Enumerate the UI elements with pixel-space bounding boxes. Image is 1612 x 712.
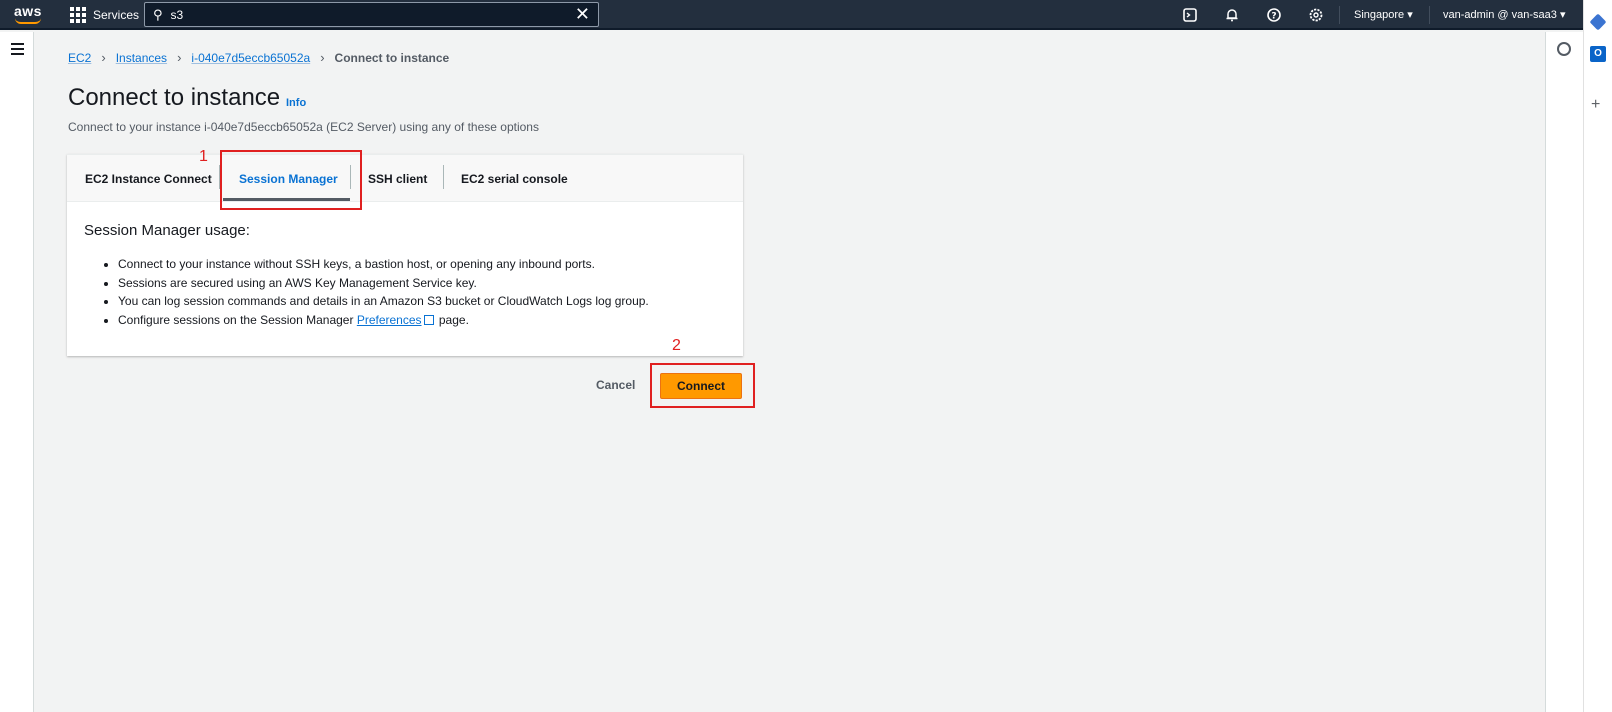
- bullet-suffix: page.: [438, 313, 469, 328]
- session-manager-bullets: Connect to your instance without SSH key…: [118, 255, 649, 330]
- chevron-right-icon: ›: [320, 50, 325, 65]
- session-manager-heading: Session Manager usage:: [84, 222, 250, 239]
- notifications-icon[interactable]: [1224, 7, 1240, 23]
- breadcrumb-current: Connect to instance: [334, 50, 450, 65]
- clear-search-icon[interactable]: ✕: [575, 4, 590, 25]
- nav-divider: [1429, 6, 1430, 24]
- list-item: Connect to your instance without SSH key…: [118, 255, 649, 274]
- aws-logo[interactable]: aws: [14, 3, 42, 24]
- tools-panel: [1545, 32, 1583, 712]
- annotation-box-connect: [650, 363, 755, 408]
- breadcrumb: EC2 › Instances › i-040e7d5eccb65052a › …: [68, 50, 449, 65]
- settings-icon[interactable]: [1308, 7, 1324, 23]
- list-item: Configure sessions on the Session Manage…: [118, 311, 649, 330]
- external-link-icon: [423, 315, 434, 326]
- connect-options-card: EC2 Instance Connect Session Manager SSH…: [67, 154, 743, 356]
- tab-ssh-client[interactable]: SSH client: [368, 172, 427, 186]
- help-icon[interactable]: ?: [1266, 7, 1282, 23]
- list-item: Sessions are secured using an AWS Key Ma…: [118, 274, 649, 293]
- tab-bar: EC2 Instance Connect Session Manager SSH…: [67, 155, 743, 202]
- nav-divider: [1339, 6, 1340, 24]
- search-box[interactable]: ⚲ ✕: [144, 2, 599, 27]
- services-menu-button[interactable]: Services: [70, 7, 139, 23]
- browser-sidebar: O +: [1583, 0, 1612, 712]
- tab-divider: [443, 165, 444, 189]
- page-subtitle: Connect to your instance i-040e7d5eccb65…: [68, 120, 539, 134]
- add-icon[interactable]: +: [1591, 96, 1600, 114]
- annotation-box-session-manager: [220, 150, 362, 210]
- annotation-number-2: 2: [672, 337, 681, 354]
- tools-info-icon[interactable]: [1557, 42, 1571, 56]
- chevron-right-icon: ›: [101, 50, 106, 65]
- cloudshell-icon[interactable]: [1182, 7, 1198, 23]
- tab-ec2-serial-console[interactable]: EC2 serial console: [461, 172, 568, 186]
- annotation-number-1: 1: [199, 148, 208, 165]
- cancel-button[interactable]: Cancel: [596, 378, 635, 392]
- breadcrumb-instances[interactable]: Instances: [116, 51, 167, 65]
- account-menu[interactable]: van-admin @ van-saa3 ▾: [1443, 8, 1565, 21]
- search-input[interactable]: [170, 7, 551, 22]
- aws-logo-text: aws: [14, 3, 42, 19]
- list-item: You can log session commands and details…: [118, 292, 649, 311]
- side-navigation: [0, 32, 34, 712]
- svg-text:?: ?: [1271, 12, 1276, 22]
- grid-icon: [70, 7, 86, 23]
- aws-smile-icon: [15, 18, 41, 24]
- tag-icon[interactable]: [1589, 13, 1607, 31]
- outlook-icon[interactable]: O: [1590, 46, 1606, 62]
- info-link[interactable]: Info: [286, 97, 306, 109]
- region-selector[interactable]: Singapore ▾: [1354, 8, 1413, 21]
- breadcrumb-instance-id[interactable]: i-040e7d5eccb65052a: [191, 51, 310, 65]
- chevron-right-icon: ›: [177, 50, 182, 65]
- services-label: Services: [93, 8, 140, 22]
- menu-icon[interactable]: [11, 43, 24, 58]
- breadcrumb-ec2[interactable]: EC2: [68, 51, 91, 65]
- search-icon: ⚲: [153, 6, 163, 22]
- top-navigation: aws Services ⚲ ✕ ? Singapore ▾ van-admin…: [0, 0, 1612, 30]
- bullet-prefix: Configure sessions on the Session Manage…: [118, 313, 354, 328]
- page-title: Connect to instance: [68, 84, 281, 111]
- preferences-link[interactable]: Preferences: [357, 313, 422, 327]
- tab-ec2-instance-connect[interactable]: EC2 Instance Connect: [85, 172, 212, 186]
